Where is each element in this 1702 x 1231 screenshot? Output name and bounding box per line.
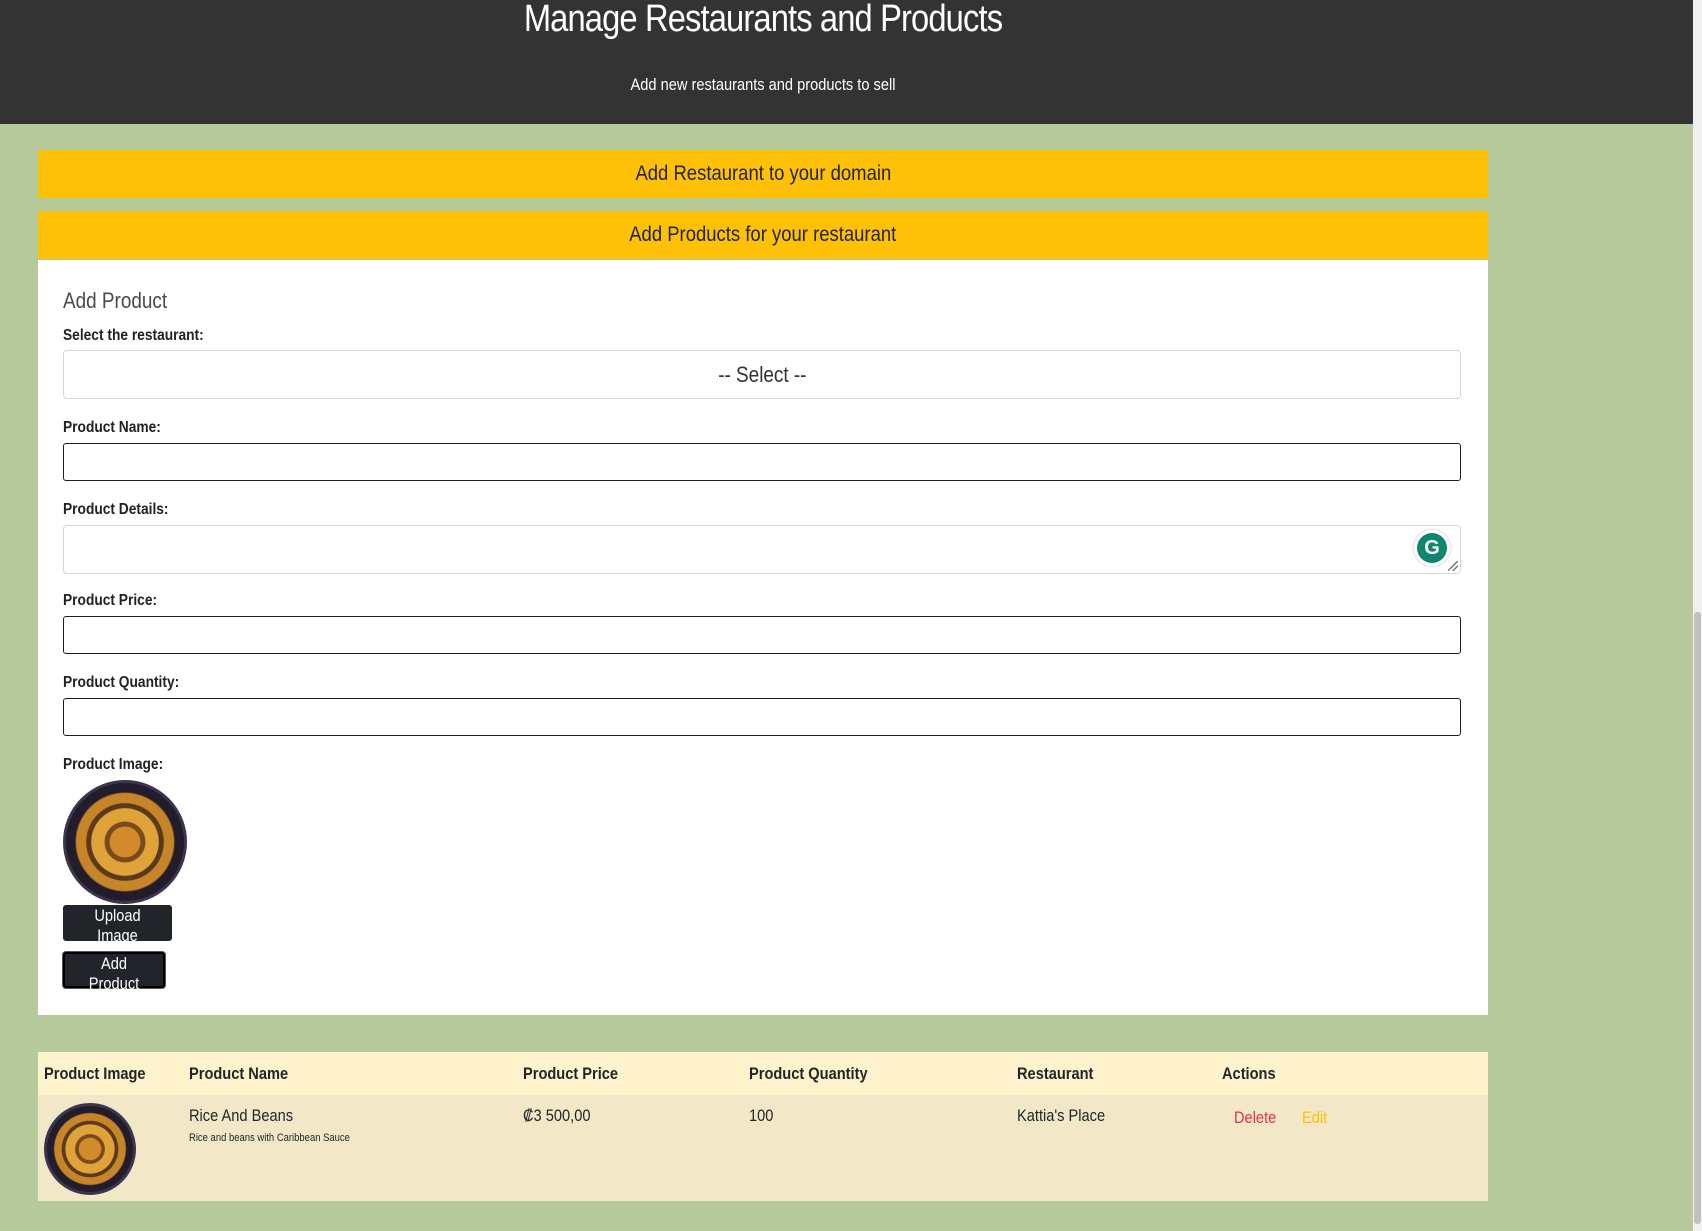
row-product-price: ₡3 500,00	[523, 1106, 591, 1125]
restaurant-select-value: -- Select --	[717, 362, 807, 387]
column-header-name: Product Name	[189, 1064, 289, 1083]
restaurant-select-label: Select the restaurant:	[63, 327, 204, 344]
column-header-price: Product Price	[523, 1064, 619, 1083]
product-price-input[interactable]	[63, 616, 1461, 654]
row-product-name: Rice And Beans	[189, 1106, 294, 1125]
product-image-label: Product Image:	[63, 756, 164, 773]
product-details-label: Product Details:	[63, 501, 169, 518]
add-product-panel: Add Product Select the restaurant: -- Se…	[38, 260, 1488, 1015]
page-header: Manage Restaurants and Products Add new …	[0, 0, 1693, 124]
row-product-details: Rice and beans with Caribbean Sauce	[189, 1132, 350, 1144]
restaurant-select[interactable]: -- Select --	[63, 350, 1461, 399]
column-header-image: Product Image	[44, 1064, 146, 1083]
add-product-label: Add Product	[88, 954, 140, 993]
upload-image-label: Upload Image	[94, 906, 141, 945]
add-products-accordion-button[interactable]: Add Products for your restaurant	[38, 211, 1488, 259]
add-products-accordion-label: Add Products for your restaurant	[629, 223, 897, 246]
delete-link[interactable]: Delete	[1234, 1107, 1276, 1129]
edit-link[interactable]: Edit	[1302, 1107, 1327, 1129]
products-table: Product Image Product Name Product Price…	[38, 1052, 1488, 1201]
product-quantity-input[interactable]	[63, 698, 1461, 736]
page-subtitle: Add new restaurants and products to sell	[630, 75, 896, 94]
row-product-image	[44, 1103, 136, 1195]
grammarly-glyph: G	[1417, 533, 1447, 563]
row-product-quantity: 100	[749, 1106, 774, 1125]
upload-image-button[interactable]: Upload Image	[63, 905, 172, 945]
page-title: Manage Restaurants and Products	[523, 0, 1003, 40]
add-restaurant-accordion-button[interactable]: Add Restaurant to your domain	[38, 150, 1488, 198]
resize-handle[interactable]	[1448, 561, 1458, 571]
add-product-button[interactable]: Add Product	[63, 952, 165, 993]
column-header-actions: Actions	[1222, 1064, 1276, 1083]
table-row: Rice And Beans Rice and beans with Carib…	[38, 1095, 1488, 1201]
product-details-textarea[interactable]: G	[63, 525, 1461, 574]
product-quantity-label: Product Quantity:	[63, 674, 180, 691]
add-product-title: Add Product	[63, 288, 168, 313]
product-price-label: Product Price:	[63, 592, 158, 609]
scrollbar-thumb[interactable]	[1694, 612, 1701, 1224]
grammarly-icon[interactable]: G	[1414, 530, 1450, 566]
product-name-label: Product Name:	[63, 419, 161, 436]
table-header: Product Image Product Name Product Price…	[38, 1052, 1488, 1096]
add-restaurant-accordion-label: Add Restaurant to your domain	[635, 162, 891, 185]
row-restaurant: Kattia's Place	[1017, 1106, 1106, 1125]
product-name-input[interactable]	[63, 443, 1461, 481]
column-header-quantity: Product Quantity	[749, 1064, 868, 1083]
column-header-restaurant: Restaurant	[1017, 1064, 1094, 1083]
product-image-preview	[63, 780, 187, 904]
